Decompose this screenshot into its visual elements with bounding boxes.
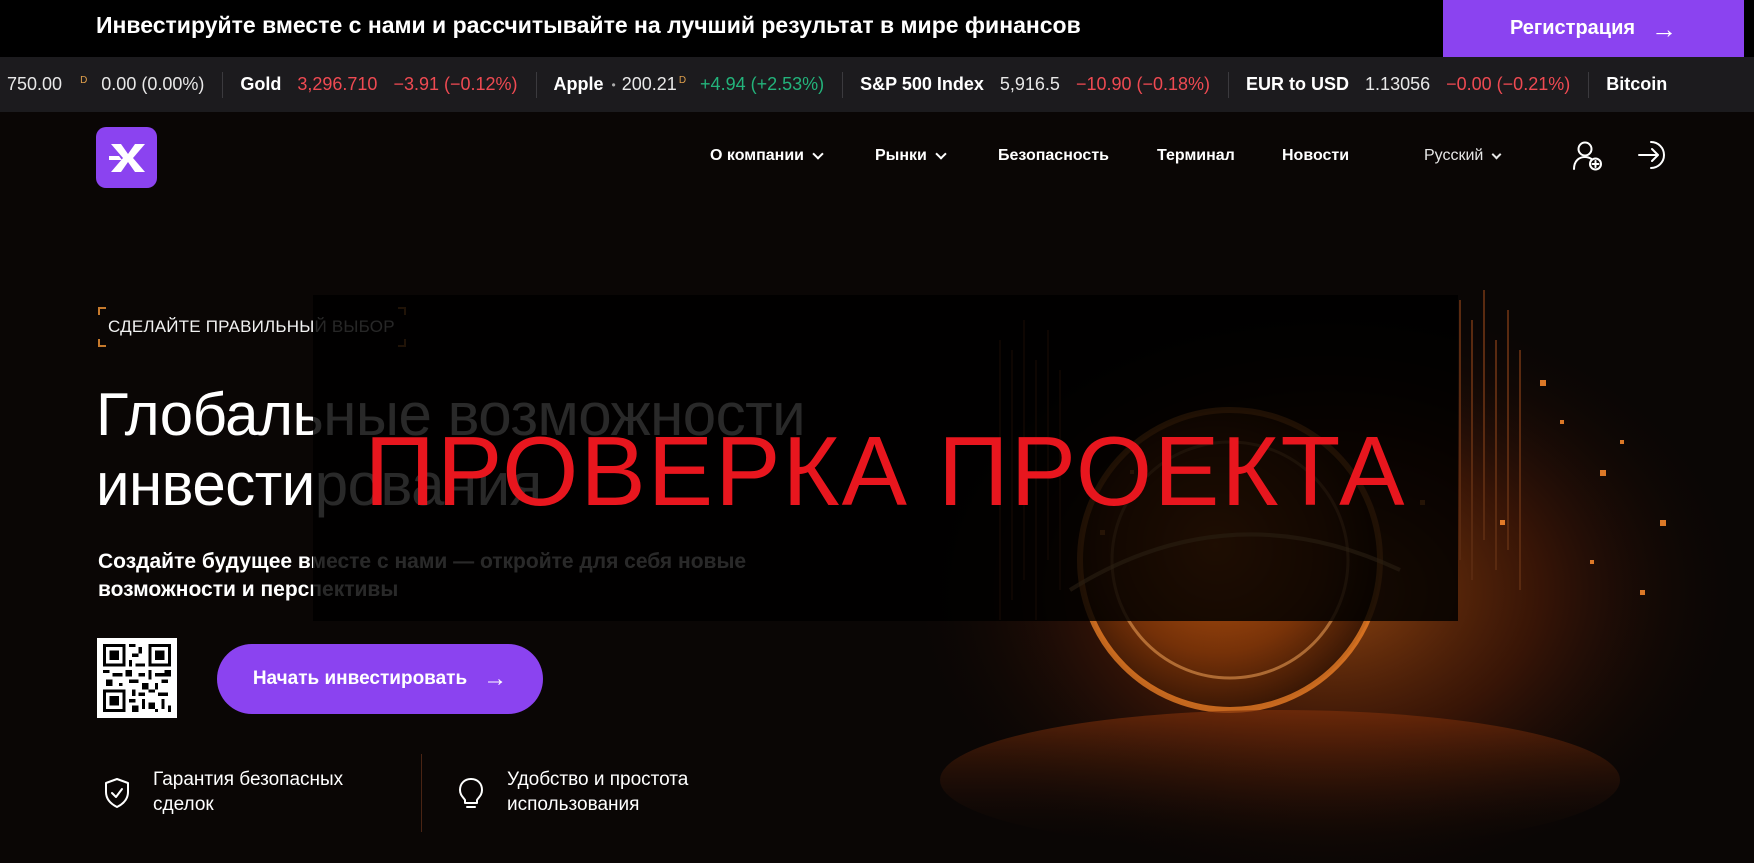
nav-news-label: Новости bbox=[1282, 147, 1350, 164]
start-investing-label: Начать инвестировать bbox=[252, 668, 468, 689]
user-add-icon[interactable] bbox=[1571, 138, 1605, 172]
feature-divider bbox=[421, 754, 422, 832]
corner-decoration bbox=[98, 307, 106, 315]
ticker-name: Gold bbox=[240, 74, 282, 94]
arrow-right-icon: → bbox=[483, 665, 508, 692]
ticker-item[interactable]: 750.00 D 0.00 (0.00%) bbox=[0, 57, 222, 112]
ticker-name: EUR to USD bbox=[1246, 74, 1350, 94]
promo-text: Инвестируйте вместе с нами и рассчитывай… bbox=[96, 12, 1081, 38]
nav-about-label: О компании bbox=[710, 147, 804, 164]
ticker-flag: D bbox=[678, 75, 687, 86]
ticker-price: 3,296.710 bbox=[297, 74, 378, 94]
login-icon[interactable] bbox=[1636, 138, 1670, 172]
register-button[interactable]: Регистрация → bbox=[1443, 0, 1744, 57]
nav-security[interactable]: Безопасность bbox=[998, 147, 1109, 165]
nav-markets[interactable]: Рынки bbox=[875, 147, 947, 165]
dot-icon: • bbox=[611, 77, 616, 92]
ticker-change: −10.90 (−0.18%) bbox=[1075, 74, 1211, 94]
nav-about[interactable]: О компании bbox=[710, 147, 824, 165]
feature-text: Удобство и простота использования bbox=[507, 769, 689, 815]
shield-check-icon bbox=[105, 778, 129, 808]
ticker-name: S&P 500 Index bbox=[860, 74, 984, 94]
language-label: Русский bbox=[1424, 147, 1484, 164]
corner-decoration bbox=[98, 339, 106, 347]
ticker-item[interactable]: EUR to USD 1.13056 −0.00 (−0.21%) bbox=[1228, 57, 1588, 112]
language-selector[interactable]: Русский bbox=[1424, 147, 1502, 165]
ticker-price: 750.00 bbox=[7, 74, 63, 94]
ticker-change: 0.00 (0.00%) bbox=[101, 74, 205, 94]
ticker-item[interactable]: Gold 3,296.710 −3.91 (−0.12%) bbox=[222, 57, 535, 112]
ticker-item[interactable]: Apple • 200.21 D +4.94 (+2.53%) bbox=[535, 57, 843, 112]
ticker-track: 750.00 D 0.00 (0.00%) Gold 3,296.710 −3.9… bbox=[0, 57, 1701, 112]
nav-security-label: Безопасность bbox=[998, 147, 1109, 164]
lightbulb-icon bbox=[459, 778, 483, 808]
ticker-item[interactable]: Bitcoin bbox=[1588, 57, 1701, 112]
chevron-down-icon bbox=[935, 148, 947, 160]
ticker-change: +4.94 (+2.53%) bbox=[700, 74, 825, 94]
feature-ease-of-use: Удобство и простота использования bbox=[457, 767, 747, 817]
chevron-down-icon bbox=[812, 148, 824, 160]
watermark-text: ПРОВЕРКА ПРОЕКТА bbox=[364, 416, 1407, 526]
feature-safe-deals: Гарантия безопасных сделок bbox=[103, 767, 393, 817]
promo-bar: Инвестируйте вместе с нами и рассчитывай… bbox=[0, 0, 1754, 57]
logo-x-icon bbox=[108, 143, 145, 172]
ticker-flag: D bbox=[80, 75, 88, 86]
qr-code-icon bbox=[103, 644, 171, 712]
chevron-down-icon bbox=[1491, 149, 1502, 159]
brand-logo[interactable] bbox=[96, 127, 157, 188]
market-ticker: 750.00 D 0.00 (0.00%) Gold 3,296.710 −3.9… bbox=[0, 57, 1754, 112]
ticker-name: Apple bbox=[553, 74, 604, 94]
ticker-change: −3.91 (−0.12%) bbox=[393, 74, 518, 94]
ticker-name: Bitcoin bbox=[1606, 74, 1668, 94]
arrow-right-icon: → bbox=[1651, 13, 1678, 44]
nav-terminal-label: Терминал bbox=[1157, 147, 1235, 164]
ticker-change: −0.00 (−0.21%) bbox=[1446, 74, 1571, 94]
feature-text: Гарантия безопасных сделок bbox=[153, 769, 344, 815]
nav-markets-label: Рынки bbox=[875, 147, 927, 164]
ticker-item[interactable]: S&P 500 Index 5,916.5 −10.90 (−0.18%) bbox=[842, 57, 1228, 112]
ticker-price: 1.13056 bbox=[1365, 74, 1431, 94]
start-investing-button[interactable]: Начать инвестировать → bbox=[217, 644, 543, 714]
qr-code bbox=[97, 638, 177, 718]
ticker-price: 200.21 bbox=[621, 74, 677, 94]
ticker-price: 5,916.5 bbox=[999, 74, 1060, 94]
register-button-label: Регистрация bbox=[1509, 17, 1636, 39]
nav-terminal[interactable]: Терминал bbox=[1157, 147, 1235, 165]
nav-news[interactable]: Новости bbox=[1282, 147, 1349, 165]
